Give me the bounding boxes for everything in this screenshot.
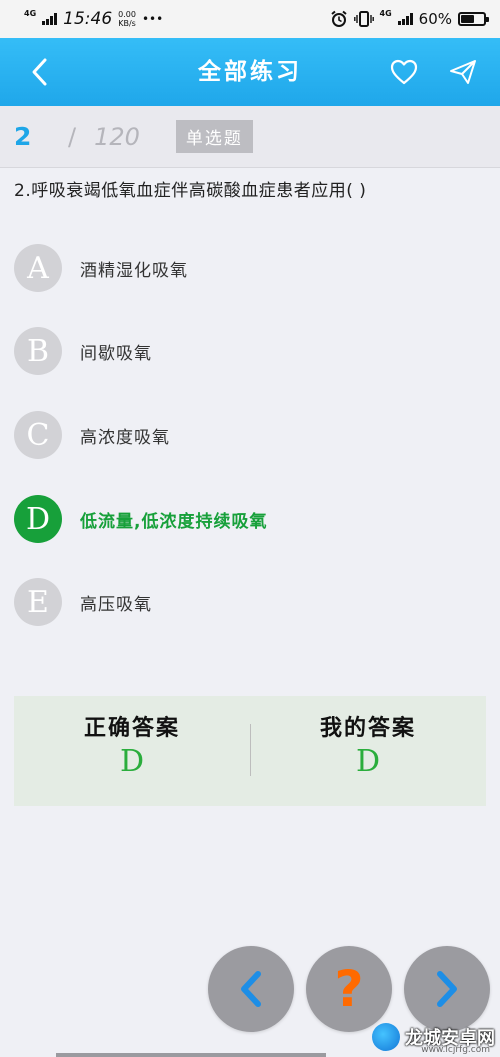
status-right: 4G 60% <box>330 9 489 28</box>
network-type-right: 4G <box>379 9 392 18</box>
option-c[interactable]: C 高浓度吸氧 <box>14 410 484 460</box>
previous-question-button[interactable] <box>208 946 294 1032</box>
title-bar: 全部练习 <box>0 38 500 106</box>
alarm-icon <box>330 10 347 27</box>
bottom-edge-strip <box>56 1053 326 1057</box>
total-question-count: 120 <box>94 122 140 151</box>
status-left: 4G 15:46 0.00 KB/s ••• <box>24 9 163 29</box>
question-mark-icon: ? <box>334 960 364 1018</box>
battery-icon <box>458 12 489 26</box>
vibrate-icon <box>353 11 374 27</box>
correct-answer-value: D <box>119 744 145 779</box>
network-type-left: 4G <box>24 9 37 18</box>
speed-value: 0.00 <box>118 10 136 19</box>
correct-answer: 正确答案 D <box>14 710 250 779</box>
option-text: 低流量,低浓度持续吸氧 <box>80 511 268 532</box>
option-letter: E <box>14 578 62 626</box>
option-text: 酒精湿化吸氧 <box>80 260 188 281</box>
question-type-badge: 单选题 <box>175 120 253 153</box>
network-speed: 0.00 KB/s <box>118 10 136 28</box>
send-icon <box>450 60 476 84</box>
option-letter: A <box>14 244 62 292</box>
option-text: 高浓度吸氧 <box>80 427 170 448</box>
speed-unit: KB/s <box>118 19 136 28</box>
battery-fill <box>461 15 475 23</box>
question-progress: 2 / 120 单选题 <box>0 106 500 168</box>
progress-separator: / <box>68 122 77 151</box>
page-title: 全部练习 <box>198 59 302 85</box>
option-d[interactable]: D 低流量,低浓度持续吸氧 <box>14 494 484 544</box>
my-answer-value: D <box>355 744 381 779</box>
clock: 15:46 <box>63 9 113 29</box>
option-letter: B <box>14 327 62 375</box>
chevron-right-icon <box>437 971 457 1007</box>
signal-icon-2 <box>397 13 413 25</box>
option-a[interactable]: A 酒精湿化吸氧 <box>14 243 484 293</box>
current-question-number: 2 <box>14 122 32 151</box>
more-notifications-icon: ••• <box>141 12 164 26</box>
correct-answer-label: 正确答案 <box>83 716 180 741</box>
status-bar: 4G 15:46 0.00 KB/s ••• 4G 60% <box>0 0 500 38</box>
my-answer-label: 我的答案 <box>319 716 416 741</box>
answer-panel: 正确答案 D 我的答案 D <box>14 696 486 806</box>
option-letter: C <box>14 411 62 459</box>
battery-percent: 60% <box>418 10 452 28</box>
chevron-left-icon <box>241 971 261 1007</box>
favorite-button[interactable] <box>386 54 422 90</box>
option-text: 间歇吸氧 <box>80 343 152 364</box>
watermark-logo-icon <box>372 1022 400 1051</box>
question-text: 2.呼吸衰竭低氧血症伴高碳酸血症患者应用( ) <box>14 181 367 201</box>
watermark-url: www.lcjrfg.com <box>421 1045 490 1055</box>
option-b[interactable]: B 间歇吸氧 <box>14 326 484 376</box>
option-text: 高压吸氧 <box>80 594 152 615</box>
watermark: 龙城安卓网 www.lcjrfg.com <box>372 1016 500 1057</box>
share-button[interactable] <box>445 54 481 90</box>
signal-icon <box>42 13 58 25</box>
my-answer: 我的答案 D <box>250 710 486 779</box>
option-letter: D <box>14 495 62 543</box>
heart-icon <box>390 59 418 85</box>
option-e[interactable]: E 高压吸氧 <box>14 577 484 627</box>
